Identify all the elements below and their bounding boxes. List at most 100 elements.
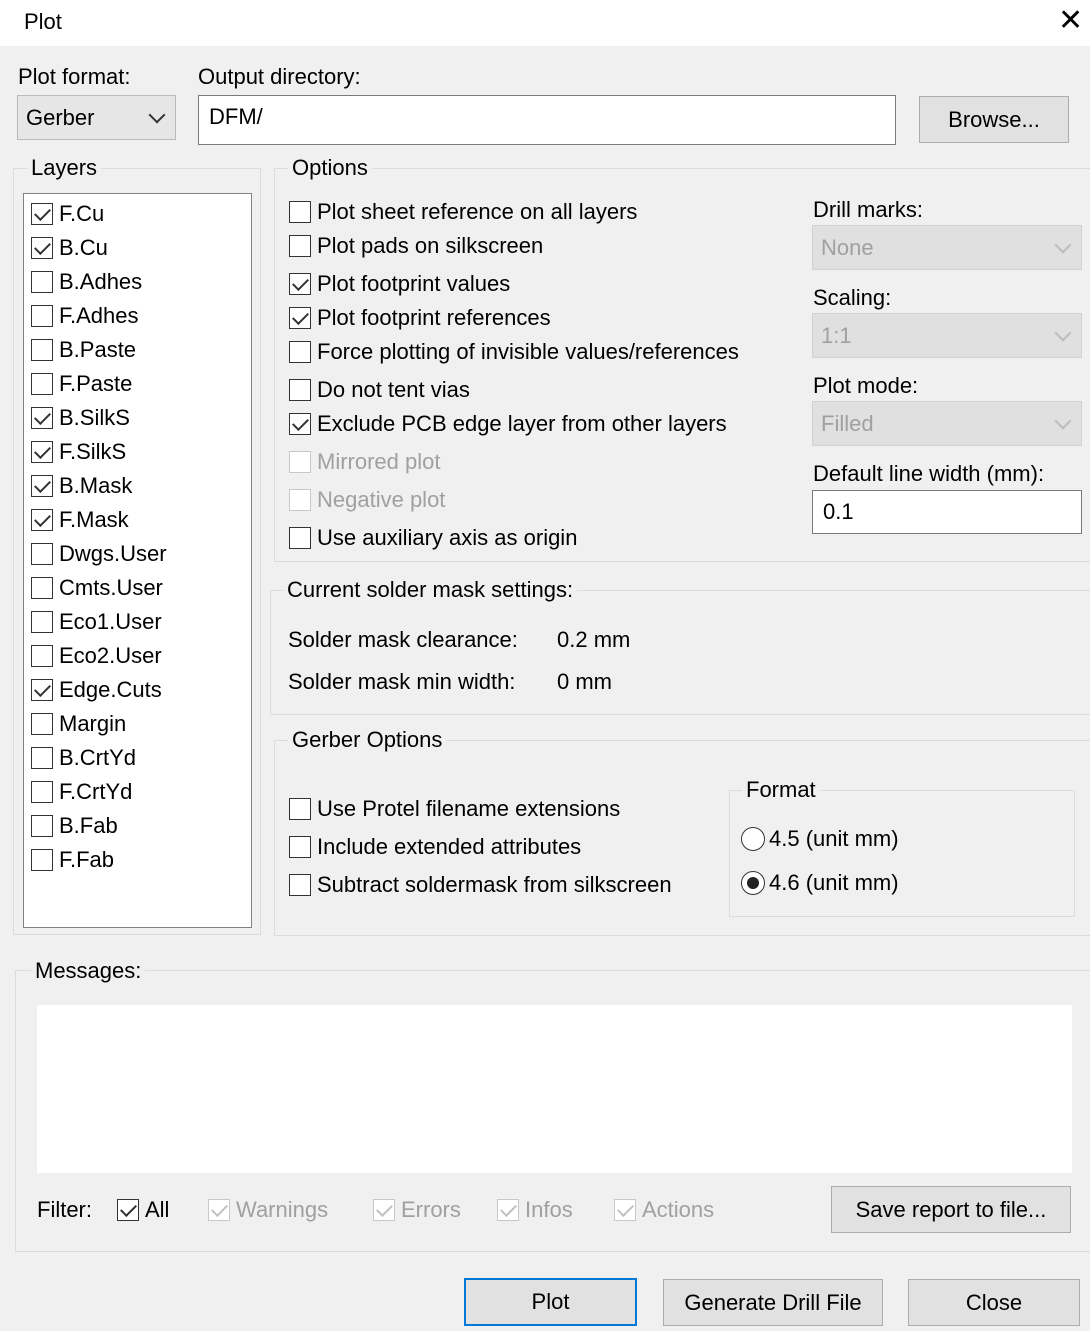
unchecked-checkbox-icon[interactable] (289, 201, 311, 223)
checked-checkbox-icon[interactable] (31, 475, 53, 497)
layer-dwgs-user[interactable]: Dwgs.User (31, 541, 167, 567)
unchecked-checkbox-icon[interactable] (31, 849, 53, 871)
layer-margin[interactable]: Margin (31, 711, 126, 737)
checked-checkbox-icon[interactable] (31, 509, 53, 531)
layer-edge-cuts[interactable]: Edge.Cuts (31, 677, 162, 703)
layer-b-fab[interactable]: B.Fab (31, 813, 118, 839)
layer-b-adhes[interactable]: B.Adhes (31, 269, 142, 295)
checked-checkbox-icon[interactable] (31, 237, 53, 259)
layer-f-crtyd[interactable]: F.CrtYd (31, 779, 132, 805)
browse-button[interactable]: Browse... (919, 96, 1069, 143)
option-do-not-tent-vias[interactable]: Do not tent vias (289, 377, 470, 403)
filter-all[interactable]: All (117, 1197, 169, 1223)
unchecked-checkbox-icon[interactable] (31, 305, 53, 327)
unchecked-checkbox-icon[interactable] (289, 379, 311, 401)
unchecked-checkbox-icon[interactable] (31, 577, 53, 599)
option-plot-footprint-values[interactable]: Plot footprint values (289, 271, 510, 297)
layer-label: F.SilkS (59, 439, 127, 464)
unchecked-checkbox-icon[interactable] (289, 874, 311, 896)
layer-f-adhes[interactable]: F.Adhes (31, 303, 139, 329)
checked-checkbox-icon[interactable] (31, 407, 53, 429)
unchecked-checkbox-icon[interactable] (31, 713, 53, 735)
format-option-label: 4.6 (unit mm) (769, 870, 899, 895)
layer-f-fab[interactable]: F.Fab (31, 847, 114, 873)
layer-label: F.Cu (59, 201, 105, 226)
drill-marks-select[interactable]: None (812, 225, 1082, 270)
layer-f-silks[interactable]: F.SilkS (31, 439, 126, 465)
checked-checkbox-icon[interactable] (117, 1199, 139, 1221)
unchecked-checkbox-icon[interactable] (31, 373, 53, 395)
unchecked-checkbox-icon[interactable] (289, 235, 311, 257)
selected-radio-icon[interactable] (741, 871, 765, 895)
plot-button[interactable]: Plot (464, 1278, 637, 1326)
plot-format-select[interactable]: Gerber (17, 95, 176, 140)
format-option-4-5-unit-mm[interactable]: 4.5 (unit mm) (741, 826, 899, 852)
gerber-option-use-protel-filename-extensions[interactable]: Use Protel filename extensions (289, 796, 620, 822)
close-icon[interactable]: ✕ (1058, 6, 1083, 36)
checked-checkbox-icon[interactable] (31, 441, 53, 463)
unchecked-checkbox-icon[interactable] (31, 645, 53, 667)
checked-checkbox-icon[interactable] (31, 203, 53, 225)
filter-label: Infos (525, 1197, 573, 1222)
close-button[interactable]: Close (908, 1279, 1080, 1326)
layer-f-cu[interactable]: F.Cu (31, 201, 104, 227)
unchecked-checkbox-icon[interactable] (31, 339, 53, 361)
checked-checkbox-icon[interactable] (31, 679, 53, 701)
gerber-option-include-extended-attributes[interactable]: Include extended attributes (289, 834, 581, 860)
option-label: Negative plot (317, 487, 446, 512)
layer-f-paste[interactable]: F.Paste (31, 371, 132, 397)
layer-label: Edge.Cuts (59, 677, 162, 702)
unchecked-checkbox-icon[interactable] (289, 798, 311, 820)
checked-checkbox-icon[interactable] (289, 273, 311, 295)
unchecked-checkbox-icon[interactable] (289, 527, 311, 549)
layer-label: B.Fab (59, 813, 118, 838)
option-exclude-pcb-edge-layer-from-other-layers[interactable]: Exclude PCB edge layer from other layers (289, 411, 727, 437)
layer-b-paste[interactable]: B.Paste (31, 337, 136, 363)
unchecked-checkbox-icon[interactable] (289, 341, 311, 363)
layer-label: Eco1.User (59, 609, 162, 634)
layer-eco2-user[interactable]: Eco2.User (31, 643, 162, 669)
gerber-option-label: Use Protel filename extensions (317, 796, 621, 821)
unchecked-checkbox-icon[interactable] (289, 836, 311, 858)
option-force-plotting-of-invisible-values-references[interactable]: Force plotting of invisible values/refer… (289, 339, 739, 365)
option-plot-sheet-reference-on-all-layers[interactable]: Plot sheet reference on all layers (289, 199, 637, 225)
layer-cmts-user[interactable]: Cmts.User (31, 575, 163, 601)
layer-f-mask[interactable]: F.Mask (31, 507, 129, 533)
unchecked-checkbox-icon[interactable] (31, 543, 53, 565)
option-plot-pads-on-silkscreen[interactable]: Plot pads on silkscreen (289, 233, 543, 259)
output-directory-input[interactable]: DFM/ (198, 95, 896, 145)
layer-eco1-user[interactable]: Eco1.User (31, 609, 162, 635)
layer-label: B.CrtYd (59, 745, 137, 770)
output-directory-value: DFM/ (209, 104, 263, 129)
layer-b-mask[interactable]: B.Mask (31, 473, 132, 499)
plot-mode-select[interactable]: Filled (812, 401, 1082, 446)
checked-checkbox-icon[interactable] (289, 307, 311, 329)
plot-mode-value: Filled (821, 410, 874, 436)
unchecked-checkbox-icon[interactable] (31, 747, 53, 769)
filter-label: All (145, 1197, 170, 1222)
unchecked-checkbox-icon[interactable] (31, 815, 53, 837)
layer-b-cu[interactable]: B.Cu (31, 235, 108, 261)
checked-checkbox-icon[interactable] (289, 413, 311, 435)
generate-drill-file-button[interactable]: Generate Drill File (663, 1279, 883, 1326)
scaling-select[interactable]: 1:1 (812, 313, 1082, 358)
unchecked-checkbox-icon[interactable] (31, 271, 53, 293)
filter-label: Actions (642, 1197, 715, 1222)
format-option-4-6-unit-mm[interactable]: 4.6 (unit mm) (741, 870, 899, 896)
gerber-option-subtract-soldermask-from-silkscreen[interactable]: Subtract soldermask from silkscreen (289, 872, 672, 898)
option-use-auxiliary-axis-as-origin[interactable]: Use auxiliary axis as origin (289, 525, 577, 551)
line-width-input[interactable]: 0.1 (812, 490, 1082, 534)
unchecked-checkbox-icon[interactable] (31, 611, 53, 633)
options-title: Options (288, 155, 372, 181)
format-option-label: 4.5 (unit mm) (769, 826, 899, 851)
messages-box[interactable] (37, 1005, 1072, 1173)
filter-label: Warnings (236, 1197, 329, 1222)
radio-icon[interactable] (741, 827, 765, 851)
layer-b-silks[interactable]: B.SilkS (31, 405, 130, 431)
unchecked-checkbox-icon[interactable] (31, 781, 53, 803)
layer-label: B.Cu (59, 235, 108, 260)
option-plot-footprint-references[interactable]: Plot footprint references (289, 305, 551, 331)
filter-warnings: Warnings (208, 1197, 328, 1223)
layer-b-crtyd[interactable]: B.CrtYd (31, 745, 136, 771)
save-report-button[interactable]: Save report to file... (831, 1186, 1071, 1233)
